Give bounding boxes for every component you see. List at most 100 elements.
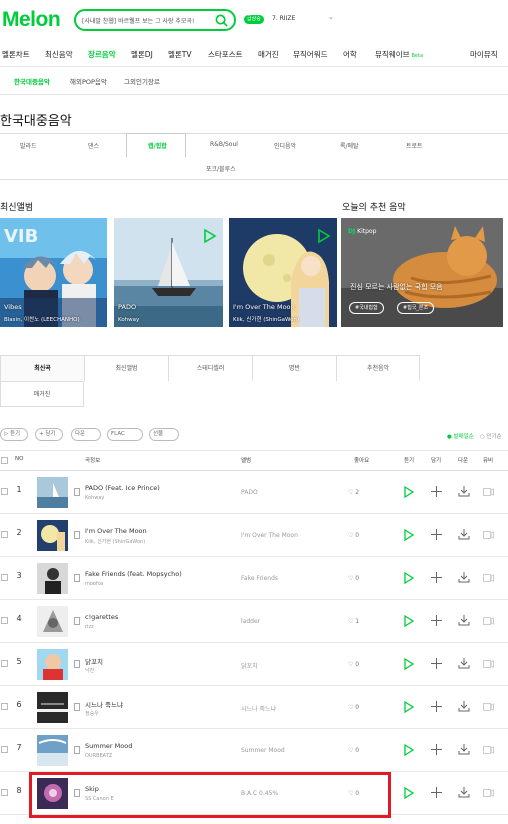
- download-icon[interactable]: [458, 528, 470, 540]
- row-checkbox[interactable]: [1, 746, 8, 753]
- song-info-icon[interactable]: [74, 574, 80, 582]
- recommend-tag[interactable]: #국내힙합: [349, 302, 384, 314]
- genre-folk[interactable]: 포크/블루스: [206, 164, 236, 173]
- mv-icon[interactable]: [483, 789, 494, 797]
- song-title[interactable]: I'm Over The Moon: [85, 527, 147, 535]
- album-card[interactable]: I'm Over The Moon Kiik, 신가현 (ShinGaWon): [229, 218, 337, 327]
- download-icon[interactable]: [458, 614, 470, 626]
- search-input[interactable]: [82, 14, 212, 26]
- add-icon[interactable]: [431, 529, 442, 540]
- song-info-icon[interactable]: [74, 703, 80, 711]
- tab-recommend[interactable]: 추천음악: [336, 355, 420, 381]
- song-album[interactable]: I'm Over The Moon: [241, 532, 298, 539]
- like-button[interactable]: ♡ 1: [348, 618, 359, 625]
- mv-icon[interactable]: [483, 488, 494, 496]
- tab-latest-songs[interactable]: 최신곡: [0, 355, 84, 381]
- mv-icon[interactable]: [483, 574, 494, 582]
- download-button[interactable]: 다운: [71, 428, 101, 441]
- genre-dance[interactable]: 댄스: [88, 141, 99, 150]
- song-title[interactable]: Summer Mood: [85, 742, 132, 750]
- song-album[interactable]: Summer Mood: [241, 747, 285, 754]
- download-icon[interactable]: [458, 786, 470, 798]
- nav-awards[interactable]: 뮤직어워드: [293, 49, 328, 60]
- add-icon[interactable]: [431, 658, 442, 669]
- song-album[interactable]: 닭꼬치: [241, 661, 258, 670]
- song-title[interactable]: PADO (Feat. Ice Prince): [85, 484, 160, 492]
- song-artist[interactable]: Kohway: [85, 495, 104, 501]
- row-checkbox[interactable]: [1, 488, 8, 495]
- genre-trot[interactable]: 트로트: [406, 141, 423, 150]
- genre-hiphop-tab[interactable]: 랩/힙합: [126, 133, 186, 158]
- song-info-icon[interactable]: [74, 488, 80, 496]
- like-button[interactable]: ♡ 0: [348, 532, 359, 539]
- song-title[interactable]: 닭꼬치: [85, 656, 103, 666]
- song-info-icon[interactable]: [74, 660, 80, 668]
- chevron-down-icon[interactable]: ⌄: [328, 13, 334, 21]
- tab-magazine[interactable]: 매거진: [0, 381, 84, 407]
- play-icon[interactable]: [317, 228, 331, 244]
- tab-steady-seller[interactable]: 스테디셀러: [168, 355, 252, 381]
- download-icon[interactable]: [458, 657, 470, 669]
- play-icon[interactable]: [404, 572, 414, 584]
- subnav-other[interactable]: 그외인기장르: [124, 76, 160, 86]
- genre-rnb[interactable]: R&B/Soul: [210, 141, 238, 148]
- album-thumbnail[interactable]: [37, 606, 68, 637]
- mv-icon[interactable]: [483, 617, 494, 625]
- song-info-icon[interactable]: [74, 617, 80, 625]
- tab-masterpiece[interactable]: 명반: [252, 355, 336, 381]
- select-all-checkbox[interactable]: [1, 457, 8, 464]
- gift-button[interactable]: 선물: [149, 428, 179, 441]
- nav-tv[interactable]: 멜론TV: [168, 49, 192, 60]
- nav-dj[interactable]: 멜론DJ: [131, 49, 153, 60]
- play-icon[interactable]: [203, 228, 217, 244]
- genre-indie[interactable]: 인디음악: [274, 141, 296, 150]
- song-row[interactable]: 3 Fake Friends (feat. Mopsycho) moofos F…: [0, 557, 508, 600]
- play-icon[interactable]: [404, 744, 414, 756]
- sort-by-date[interactable]: ● 발매일순: [447, 432, 474, 440]
- add-icon[interactable]: [431, 572, 442, 583]
- flac-button[interactable]: FLAC: [107, 428, 143, 441]
- play-all-button[interactable]: ▷ 듣기: [0, 428, 28, 441]
- trending-keyword[interactable]: 7. RIIZE: [272, 15, 295, 22]
- album-card[interactable]: PADO Kohway: [114, 218, 223, 327]
- song-album[interactable]: 시느나 죽느냐: [241, 704, 276, 713]
- play-icon[interactable]: [404, 787, 414, 799]
- genre-ballad[interactable]: 발라드: [20, 141, 37, 150]
- album-thumbnail[interactable]: [37, 735, 68, 766]
- mv-icon[interactable]: [483, 660, 494, 668]
- add-icon[interactable]: [431, 787, 442, 798]
- album-thumbnail[interactable]: [37, 649, 68, 680]
- song-row[interactable]: 6 시느나 죽느냐 정승우 시느나 죽느냐 ♡ 0: [0, 686, 508, 729]
- play-icon[interactable]: [404, 701, 414, 713]
- album-card[interactable]: VIB Vibes Blasin, 이찬노 (LEECHANHO): [0, 218, 107, 327]
- song-row[interactable]: 4 c!garettes rizz ladder ♡ 1: [0, 600, 508, 643]
- row-checkbox[interactable]: [1, 574, 8, 581]
- recommend-card[interactable]: DJ Kitpop 진심 모르는 사람없는 국힙 모음 #국내힙합 #힙국_본조: [341, 218, 503, 327]
- song-artist[interactable]: 낙찬: [85, 667, 94, 674]
- song-info-icon[interactable]: [74, 746, 80, 754]
- song-artist[interactable]: rizz: [85, 624, 94, 630]
- like-button[interactable]: ♡ 0: [348, 661, 359, 668]
- nav-chart[interactable]: 멜론차트: [2, 49, 30, 60]
- like-button[interactable]: ♡ 0: [348, 575, 359, 582]
- tab-latest-albums[interactable]: 최신앨범: [84, 355, 168, 381]
- play-icon[interactable]: [404, 658, 414, 670]
- mv-icon[interactable]: [483, 703, 494, 711]
- subnav-korean[interactable]: 한국대중음악: [14, 76, 50, 86]
- song-title[interactable]: Fake Friends (feat. Mopsycho): [85, 570, 182, 578]
- nav-starpost[interactable]: 스타포스트: [208, 49, 243, 60]
- song-title[interactable]: 시느나 죽느냐: [85, 699, 123, 709]
- song-row[interactable]: 2 I'm Over The Moon Kiik, 신가현 (ShinGaWon…: [0, 514, 508, 557]
- add-all-button[interactable]: + 담기: [35, 428, 63, 441]
- like-button[interactable]: ♡ 0: [348, 747, 359, 754]
- play-icon[interactable]: [404, 615, 414, 627]
- download-icon[interactable]: [458, 485, 470, 497]
- add-icon[interactable]: [431, 486, 442, 497]
- song-info-icon[interactable]: [74, 531, 80, 539]
- album-thumbnail[interactable]: [37, 477, 68, 508]
- album-thumbnail[interactable]: [37, 692, 68, 723]
- like-button[interactable]: ♡ 0: [348, 704, 359, 711]
- add-icon[interactable]: [431, 615, 442, 626]
- song-title[interactable]: c!garettes: [85, 613, 118, 621]
- song-row[interactable]: 5 닭꼬치 낙찬 닭꼬치 ♡ 0: [0, 643, 508, 686]
